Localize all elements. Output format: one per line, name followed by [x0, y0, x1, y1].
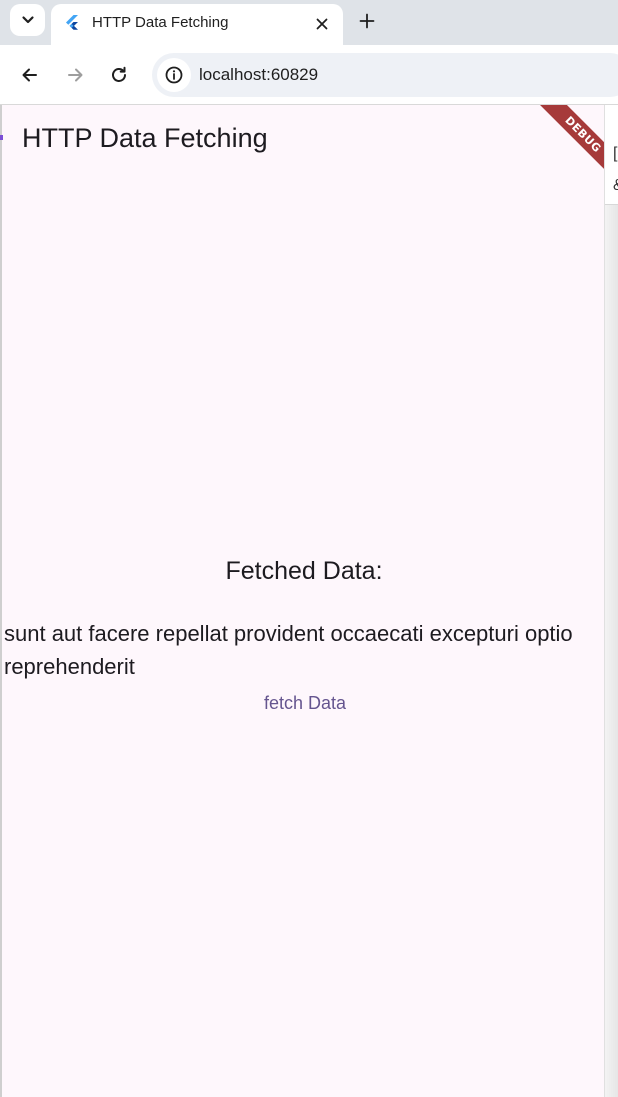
info-icon	[165, 66, 183, 84]
arrow-right-icon	[68, 68, 83, 82]
address-bar[interactable]: localhost:60829	[152, 53, 618, 97]
browser-tabstrip: HTTP Data Fetching	[0, 0, 618, 45]
new-tab-button[interactable]	[353, 7, 381, 35]
debug-banner: DEBUG	[524, 105, 609, 190]
app-viewport: HTTP Data Fetching DEBUG Fetched Data: s…	[0, 105, 618, 1097]
plus-icon	[359, 13, 375, 29]
close-tab-button[interactable]	[310, 12, 334, 36]
site-info-button[interactable]	[157, 58, 191, 92]
fetch-data-button[interactable]: fetch Data	[249, 687, 361, 719]
devtools-panel-header: ⋮ [ &	[605, 105, 618, 205]
app-title: HTTP Data Fetching	[22, 123, 268, 153]
forward-button[interactable]	[60, 60, 90, 90]
devtools-menu-icon[interactable]: ⋮	[613, 109, 618, 129]
back-button[interactable]	[15, 60, 45, 90]
fetched-data-text: sunt aut facere repellat provident occae…	[4, 621, 573, 679]
fetched-heading: Fetched Data:	[225, 557, 383, 585]
close-icon	[316, 18, 328, 30]
flutter-icon	[66, 15, 78, 30]
tab-title: HTTP Data Fetching	[92, 14, 229, 31]
accent-marker	[0, 135, 3, 140]
reload-icon	[112, 66, 126, 82]
chevron-down-icon	[21, 16, 34, 24]
browser-tab[interactable]: HTTP Data Fetching	[51, 4, 343, 45]
arrow-left-icon	[22, 68, 37, 82]
devtools-panel: ⋮ [ &	[604, 105, 618, 1097]
devtools-inspect-icon[interactable]: [	[613, 145, 617, 163]
url-text: localhost:60829	[199, 65, 319, 84]
devtools-settings-icon[interactable]: &	[613, 177, 618, 195]
fetched-heading-container: Fetched Data:	[2, 557, 606, 586]
browser-toolbar: localhost:60829	[0, 45, 618, 105]
tab-search-button[interactable]	[10, 4, 45, 36]
reload-button[interactable]	[104, 60, 134, 90]
debug-banner-label: DEBUG	[530, 105, 609, 188]
